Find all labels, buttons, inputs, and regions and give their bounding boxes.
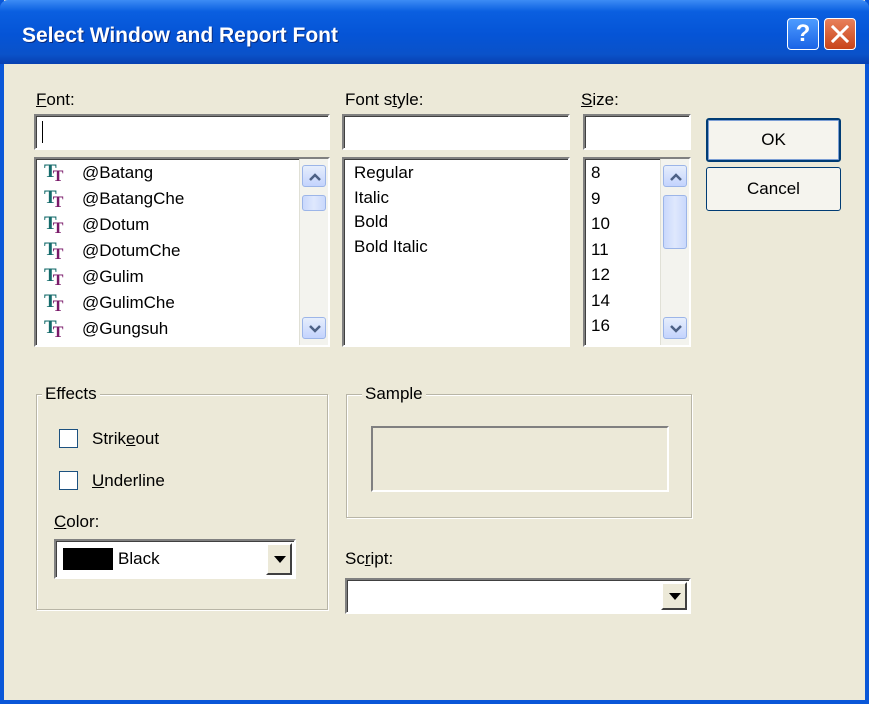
truetype-icon: TT [44,213,64,237]
scroll-down-button[interactable] [302,317,326,339]
font-list-item[interactable]: @Gulim [82,267,144,287]
color-label: Color: [54,512,100,531]
scroll-down-button[interactable] [663,317,687,339]
underline-checkbox[interactable] [59,471,78,490]
chevron-up-icon [309,173,321,181]
truetype-icon: TT [44,187,64,211]
strikeout-checkbox[interactable] [59,429,78,448]
size-list-item[interactable]: 14 [591,291,610,311]
font-style-list[interactable]: Regular Italic Bold Bold Italic [342,157,570,347]
truetype-icon: TT [44,291,64,315]
size-label: Size: [581,90,619,109]
size-input[interactable] [583,114,691,150]
dialog-window: Select Window and Report Font ? Font: TT… [0,0,869,704]
size-list-item[interactable]: 10 [591,214,610,234]
font-style-list-item[interactable]: Italic [354,188,389,208]
truetype-icon: TT [44,265,64,289]
chevron-down-icon [274,556,286,563]
font-input[interactable] [34,114,330,150]
title-bar[interactable]: Select Window and Report Font ? [0,0,869,64]
scroll-thumb[interactable] [663,195,687,249]
size-list-item[interactable]: 12 [591,265,610,285]
size-list-scrollbar[interactable] [660,159,689,345]
font-list-item[interactable]: @DotumChe [82,241,181,261]
font-list-scrollbar[interactable] [299,159,328,345]
font-list-item[interactable]: @Gungsuh [82,319,168,339]
font-label: Font: [36,90,75,109]
effects-label: Effects [42,384,100,404]
strikeout-label[interactable]: Strikeout [92,429,159,449]
font-style-list-item[interactable]: Bold [354,212,388,232]
cancel-button[interactable]: Cancel [706,167,841,211]
sample-preview [371,426,669,492]
font-style-list-item[interactable]: Regular [354,163,414,183]
chevron-down-icon [670,325,682,333]
help-button[interactable]: ? [787,18,819,50]
truetype-icon: TT [44,317,64,341]
text-caret [42,121,43,143]
close-button[interactable] [824,18,856,50]
window-title: Select Window and Report Font [22,24,338,47]
color-swatch [63,548,113,570]
color-select-value: Black [118,549,160,568]
size-list[interactable]: 8 9 10 11 12 14 16 [583,157,691,347]
size-list-item[interactable]: 16 [591,316,610,336]
font-list-item[interactable]: @BatangChe [82,189,184,209]
truetype-icon: TT [44,161,64,185]
truetype-icon: TT [44,239,64,263]
font-style-list-item[interactable]: Bold Italic [354,237,428,257]
sample-label: Sample [362,384,426,404]
scroll-thumb[interactable] [302,195,326,211]
size-list-item[interactable]: 11 [591,240,609,260]
font-list-item[interactable]: @Batang [82,163,153,183]
chevron-down-icon [669,593,681,600]
close-icon [831,25,849,43]
color-dropdown-button[interactable] [266,543,292,575]
color-select[interactable]: Black [54,539,296,579]
chevron-up-icon [670,173,682,181]
font-style-label: Font style: [345,90,424,109]
size-list-item[interactable]: 8 [591,163,600,183]
ok-button[interactable]: OK [706,118,841,162]
font-list-item[interactable]: @Dotum [82,215,149,235]
size-list-item[interactable]: 9 [591,189,600,209]
scroll-up-button[interactable] [302,165,326,187]
help-icon: ? [795,20,811,47]
font-list-item[interactable]: @GulimChe [82,293,175,313]
script-select[interactable] [345,578,691,614]
font-list[interactable]: TT @Batang TT @BatangChe TT @Dotum TT @DotumChe… [34,157,330,347]
underline-label[interactable]: Underline [92,471,165,491]
scroll-up-button[interactable] [663,165,687,187]
font-style-input[interactable] [342,114,570,150]
script-label: Script: [345,549,394,568]
chevron-down-icon [309,325,321,333]
script-dropdown-button[interactable] [661,582,687,610]
